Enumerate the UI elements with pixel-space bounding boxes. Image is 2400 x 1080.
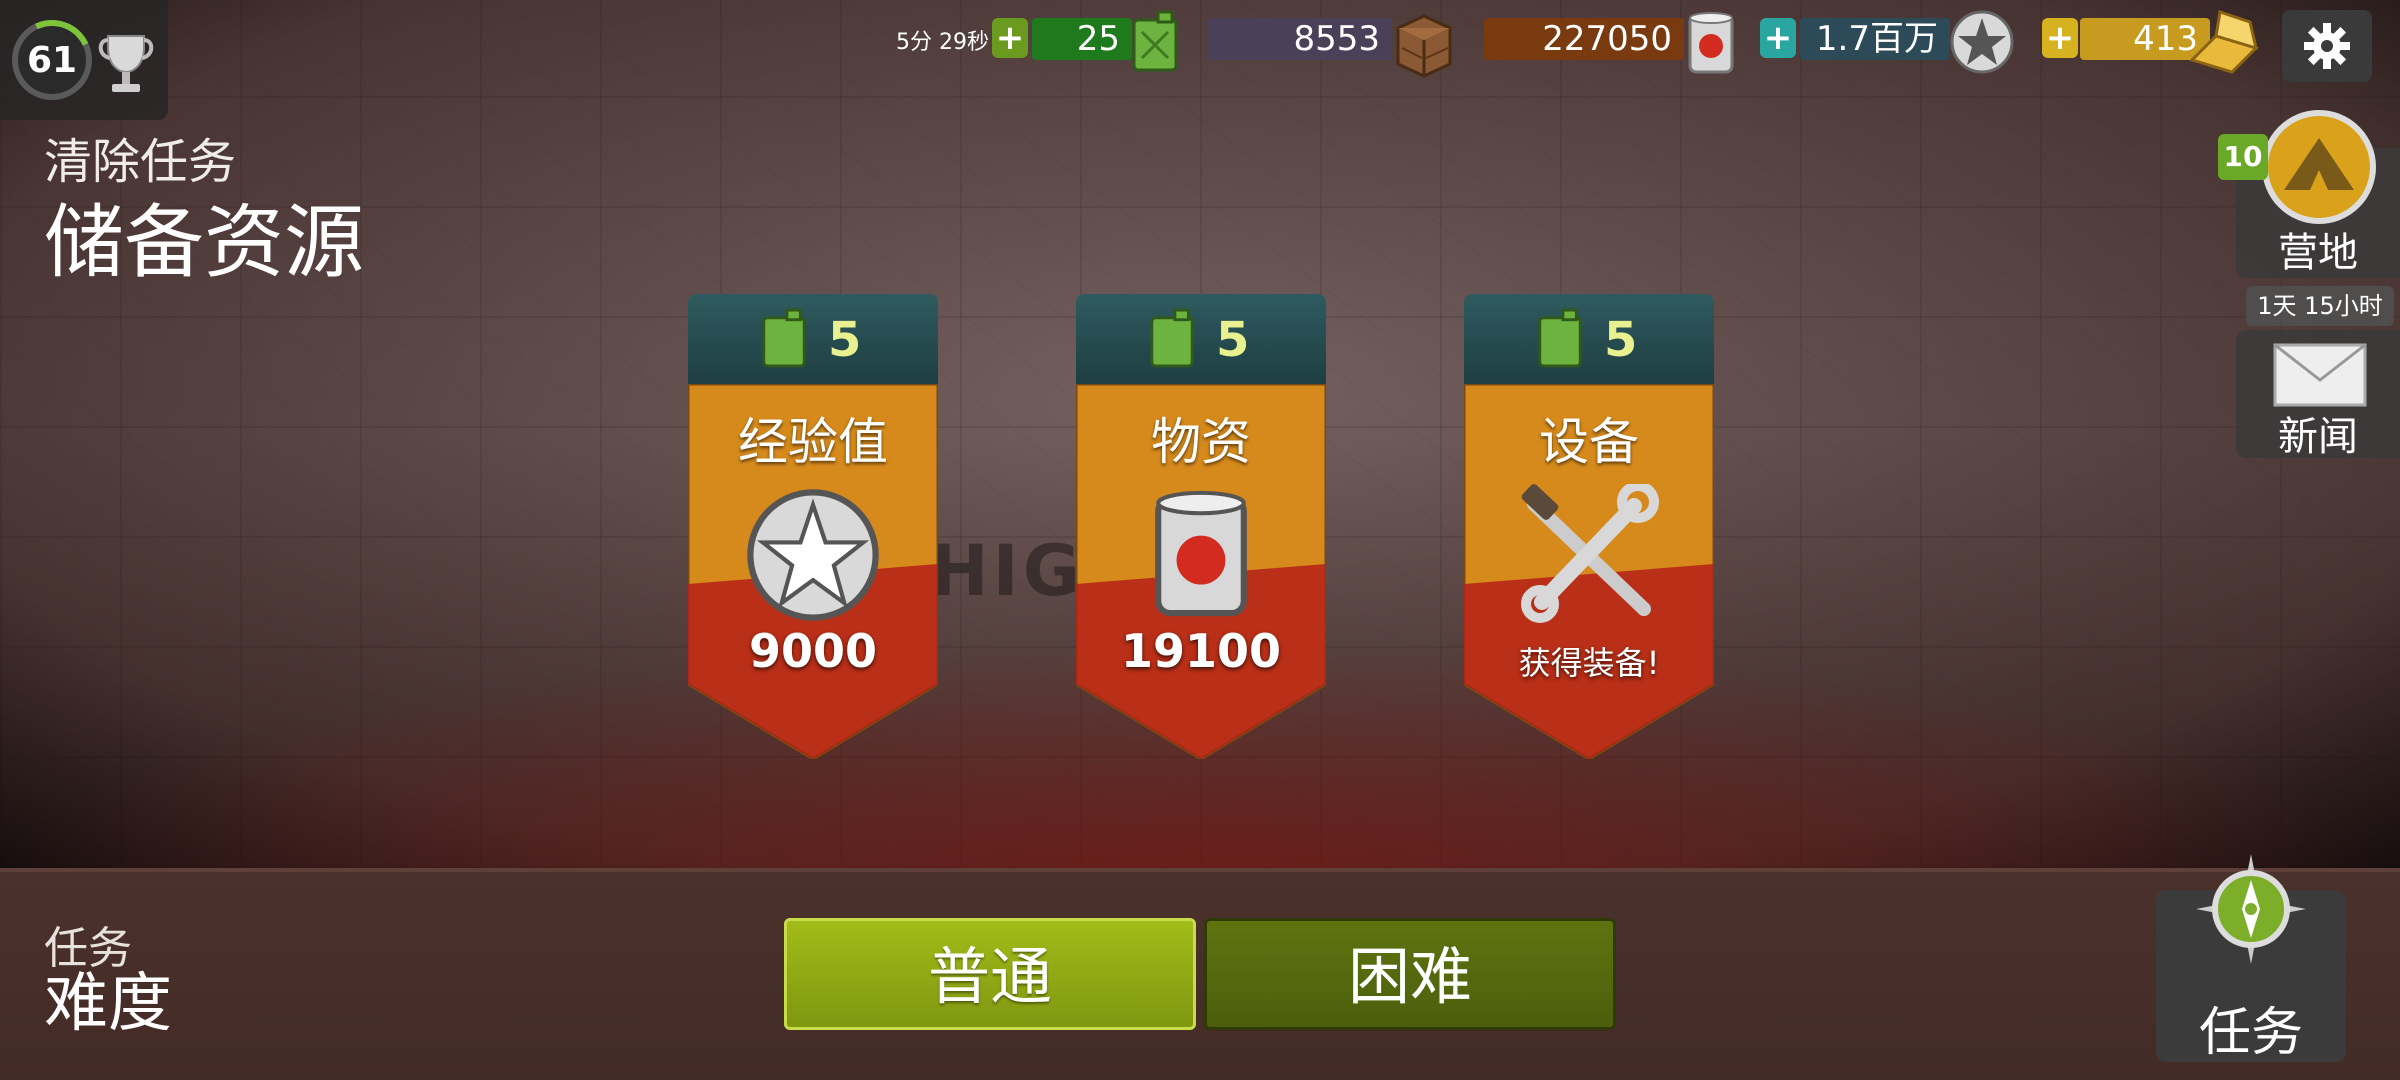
card-cost: 5 xyxy=(1216,312,1250,368)
add-xp-button[interactable]: + xyxy=(1760,18,1796,58)
missions-label: 任务 xyxy=(2198,1003,2303,1063)
fuel-can-icon xyxy=(1150,308,1194,368)
trophy-icon[interactable] xyxy=(96,30,156,100)
settings-button[interactable] xyxy=(2282,10,2372,82)
add-fuel-button[interactable]: + xyxy=(992,18,1028,58)
mission-title: 储备资源 xyxy=(44,196,364,289)
card-cost: 5 xyxy=(828,312,862,368)
card-cost: 5 xyxy=(1604,312,1638,368)
tomato-can-icon xyxy=(1155,490,1247,617)
fuel-can-icon xyxy=(762,308,806,368)
fuel-can-icon xyxy=(1538,308,1582,368)
difficulty-panel xyxy=(0,868,2400,1080)
card-reward-note: 获得装备! xyxy=(1518,644,1660,682)
xp-badge-icon xyxy=(1950,10,2014,74)
card-reward-value: 9000 xyxy=(748,624,878,678)
news-label: 新闻 xyxy=(2278,414,2358,460)
camp-tent-icon xyxy=(2262,110,2376,224)
fuel-can-icon xyxy=(1132,10,1178,72)
tomato-can-icon xyxy=(1688,12,1734,74)
news-timer: 1天 15小时 xyxy=(2246,286,2394,326)
crates-count: 8553 xyxy=(1208,18,1392,60)
reward-card-xp[interactable]: 5 经验值 9000 xyxy=(688,294,938,759)
fuel-count: 25 xyxy=(1032,18,1132,60)
gold-bar-icon xyxy=(2189,10,2259,74)
food-count: 227050 xyxy=(1484,18,1684,60)
tools-icon xyxy=(1521,484,1659,623)
difficulty-normal-button[interactable]: 普通 xyxy=(784,918,1196,1030)
card-title: 设备 xyxy=(1539,413,1639,471)
camp-badge: 10 xyxy=(2218,134,2268,180)
difficulty-hard-button[interactable]: 困难 xyxy=(1204,918,1616,1030)
reward-card-equipment[interactable]: 5 设备 获得装备! xyxy=(1464,294,1714,759)
add-gold-button[interactable]: + xyxy=(2042,18,2078,58)
card-reward-value: 19100 xyxy=(1120,624,1282,678)
gear-icon xyxy=(2304,23,2350,69)
card-cost-header: 5 xyxy=(688,294,938,384)
compass-icon xyxy=(2196,854,2306,964)
news-button[interactable]: 新闻 xyxy=(2236,330,2400,460)
card-title: 经验值 xyxy=(738,413,888,471)
difficulty-label-bottom: 难度 xyxy=(44,967,172,1041)
camp-label: 营地 xyxy=(2278,230,2358,276)
crate-icon xyxy=(1396,14,1452,78)
player-level: 61 xyxy=(12,20,92,100)
player-level-panel[interactable]: 61 xyxy=(0,0,168,120)
card-title: 物资 xyxy=(1151,413,1251,471)
card-cost-header: 5 xyxy=(1464,294,1714,384)
xp-count: 1.7百万 xyxy=(1800,18,1950,60)
reward-card-supplies[interactable]: 5 物资 19100 xyxy=(1076,294,1326,759)
envelope-icon xyxy=(2273,343,2367,407)
fuel-timer: 5分 29秒 xyxy=(896,30,989,55)
card-cost-header: 5 xyxy=(1076,294,1326,384)
xp-badge-icon xyxy=(747,489,879,621)
